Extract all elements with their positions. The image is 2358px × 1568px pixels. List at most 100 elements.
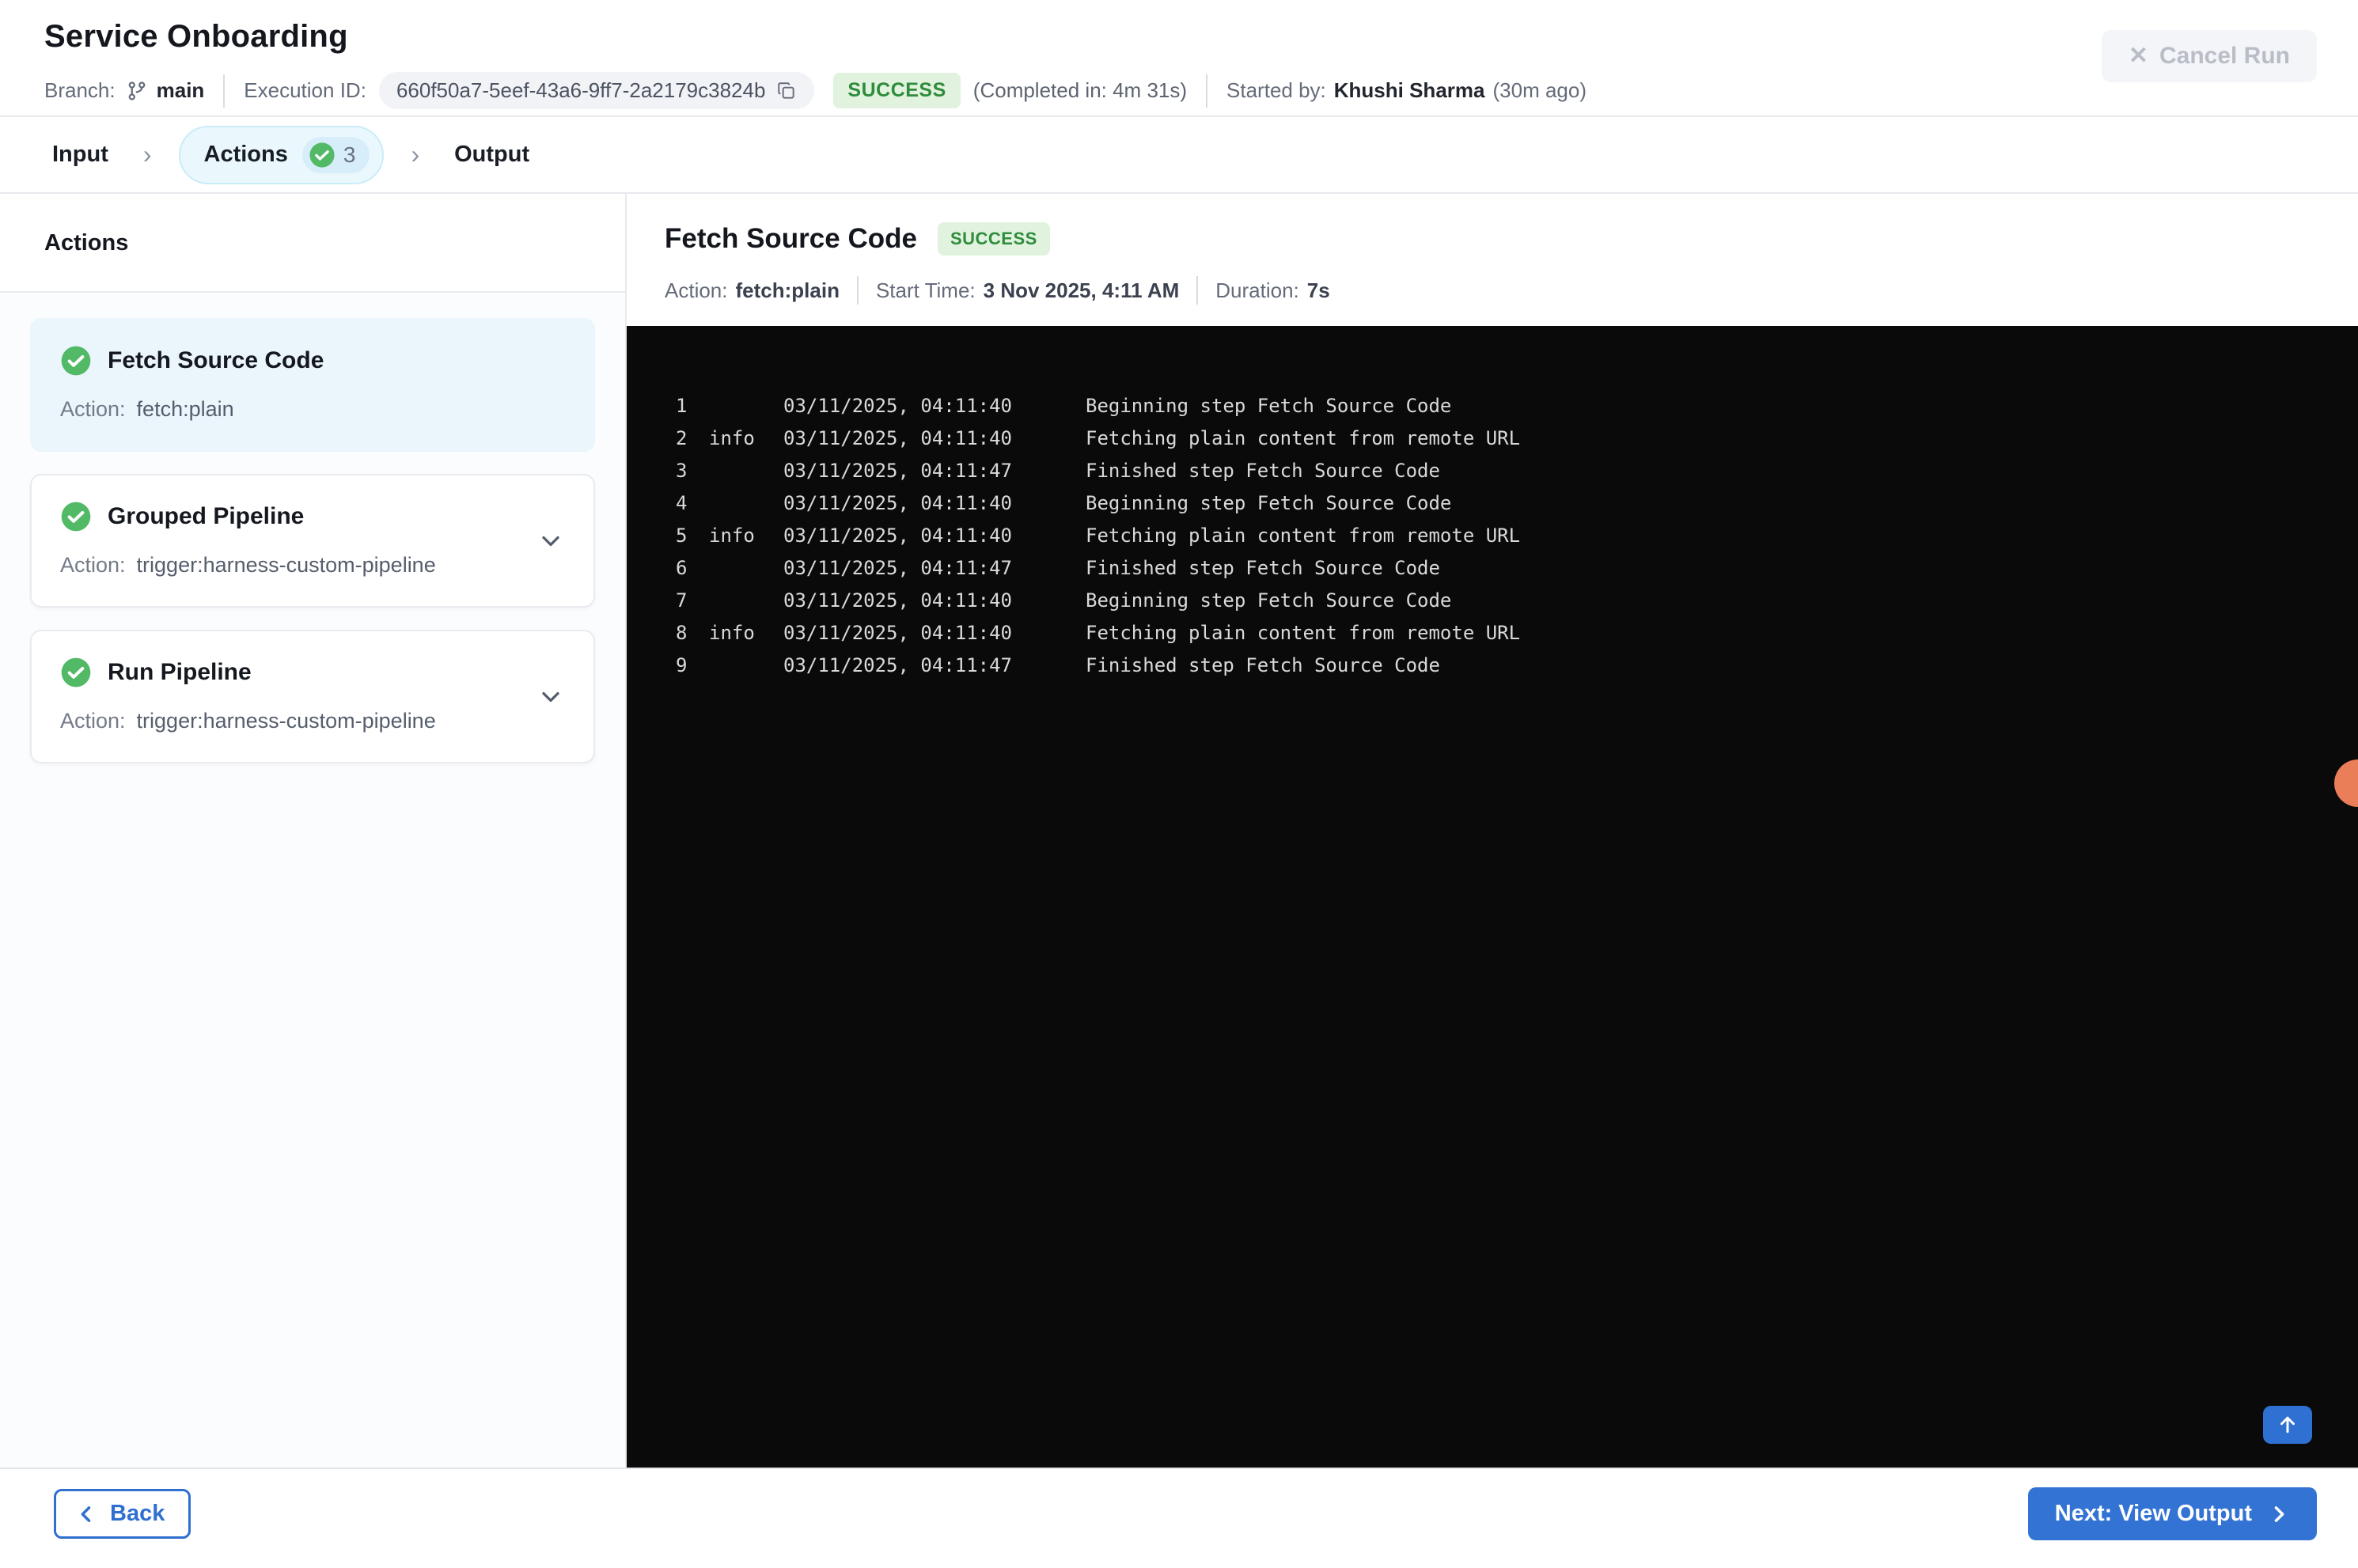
floating-widget-dot[interactable]: [2334, 759, 2358, 807]
log-message: Fetching plain content from remote URL: [1086, 621, 1521, 644]
run-meta-row: Branch: main Execution ID: 660f50a7-5eef…: [44, 72, 2314, 109]
card-action-label: Action:: [60, 709, 126, 733]
log-message: Beginning step Fetch Source Code: [1086, 394, 1452, 417]
detail-start-time-label: Start Time:: [875, 278, 976, 302]
back-button[interactable]: Back: [54, 1489, 191, 1539]
execution-id-pill: 660f50a7-5eef-43a6-9ff7-2a2179c3824b: [378, 72, 815, 109]
action-card-fetch-source-code[interactable]: Fetch Source Code Action: fetch:plain: [30, 318, 595, 452]
check-circle-icon: [60, 501, 92, 532]
detail-meta-row: Action: fetch:plain Start Time: 3 Nov 20…: [665, 276, 2358, 305]
log-message: Fetching plain content from remote URL: [1086, 426, 1521, 449]
tab-actions-label: Actions: [203, 142, 288, 167]
log-line-number: 3: [676, 459, 688, 482]
divider: [1196, 276, 1199, 305]
chevron-down-icon[interactable]: [536, 527, 565, 555]
log-line: 5 info 03/11/2025, 04:11:40 Fetching plain …: [676, 519, 2358, 551]
card-action-value: fetch:plain: [136, 397, 234, 421]
page-title: Service Onboarding: [44, 19, 348, 54]
action-detail-panel: Fetch Source Code SUCCESS Action: fetch:…: [627, 194, 2358, 1468]
log-line-number: 6: [676, 556, 688, 579]
copy-icon[interactable]: [776, 81, 797, 101]
close-icon: ✕: [2128, 43, 2148, 69]
log-message: Beginning step Fetch Source Code: [1086, 589, 1452, 612]
page-header: Service Onboarding Branch: main Executio…: [0, 0, 2358, 117]
started-by-name: Khushi Sharma: [1333, 78, 1485, 102]
check-circle-icon: [60, 345, 92, 377]
log-timestamp: 03/11/2025, 04:11:40: [783, 621, 1012, 644]
log-line: 1 03/11/2025, 04:11:40 Beginning step Fetc…: [676, 389, 2358, 422]
scroll-to-top-button[interactable]: [2263, 1406, 2312, 1444]
next-button-label: Next: View Output: [2054, 1501, 2252, 1526]
log-timestamp: 03/11/2025, 04:11:40: [783, 394, 1012, 417]
log-console[interactable]: 1 03/11/2025, 04:11:40 Beginning step Fetc…: [627, 326, 2358, 1468]
log-level: info: [709, 524, 755, 547]
card-action-value: trigger:harness-custom-pipeline: [136, 553, 436, 577]
action-card-run-pipeline[interactable]: Run Pipeline Action: trigger:harness-cust…: [30, 630, 595, 763]
git-branch-icon: [125, 79, 149, 103]
back-button-label: Back: [110, 1501, 165, 1526]
divider: [856, 276, 859, 305]
detail-status-badge: SUCCESS: [937, 222, 1050, 256]
card-action-value: trigger:harness-custom-pipeline: [136, 709, 436, 733]
cancel-run-button[interactable]: ✕ Cancel Run: [2101, 30, 2317, 82]
chevron-down-icon[interactable]: [536, 683, 565, 711]
detail-action-value: fetch:plain: [735, 278, 840, 302]
arrow-up-icon: [2276, 1413, 2299, 1437]
detail-action-label: Action:: [665, 278, 728, 302]
log-timestamp: 03/11/2025, 04:11:40: [783, 491, 1012, 514]
detail-start-time-value: 3 Nov 2025, 4:11 AM: [983, 278, 1180, 302]
log-message: Finished step Fetch Source Code: [1086, 459, 1440, 482]
cancel-run-label: Cancel Run: [2159, 43, 2290, 69]
log-level: info: [709, 426, 755, 449]
log-line-number: 1: [676, 394, 688, 417]
chevron-right-icon: ›: [411, 140, 420, 169]
log-line: 7 03/11/2025, 04:11:40 Beginning step Fetc…: [676, 584, 2358, 616]
action-card-grouped-pipeline[interactable]: Grouped Pipeline Action: trigger:harness-…: [30, 474, 595, 608]
log-line: 4 03/11/2025, 04:11:40 Beginning step Fetc…: [676, 487, 2358, 519]
execution-id-value: 660f50a7-5eef-43a6-9ff7-2a2179c3824b: [396, 78, 766, 102]
next-view-output-button[interactable]: Next: View Output: [2027, 1487, 2317, 1540]
card-title: Fetch Source Code: [108, 347, 324, 373]
log-message: Fetching plain content from remote URL: [1086, 524, 1521, 547]
log-line: 3 03/11/2025, 04:11:47 Finished step Fetch…: [676, 454, 2358, 487]
log-line-number: 7: [676, 589, 688, 612]
actions-count: 3: [343, 142, 356, 167]
started-ago: (30m ago): [1492, 78, 1587, 102]
detail-duration-value: 7s: [1306, 278, 1330, 302]
divider: [1206, 74, 1208, 108]
log-line: 6 03/11/2025, 04:11:47 Finished step Fetch…: [676, 551, 2358, 584]
card-title: Grouped Pipeline: [108, 503, 305, 529]
page: Service Onboarding Branch: main Executio…: [0, 0, 2358, 1568]
step-tabbar: Input › Actions 3 › Output: [0, 117, 2358, 194]
tab-actions[interactable]: Actions 3: [178, 125, 385, 184]
chevron-left-icon: [75, 1503, 97, 1525]
divider: [223, 74, 226, 108]
actions-sidebar: Actions Fetch Source Code Action: fetch:…: [0, 194, 627, 1468]
detail-duration-label: Duration:: [1215, 278, 1299, 302]
tab-input[interactable]: Input: [44, 129, 116, 180]
action-card-list: Fetch Source Code Action: fetch:plain Gr…: [0, 293, 625, 789]
chevron-right-icon: ›: [142, 140, 152, 169]
log-timestamp: 03/11/2025, 04:11:40: [783, 426, 1012, 449]
card-action-label: Action:: [60, 397, 126, 421]
execution-id-label: Execution ID:: [244, 78, 366, 102]
log-line: 9 03/11/2025, 04:11:47 Finished step Fetch…: [676, 649, 2358, 681]
log-line-number: 9: [676, 653, 688, 676]
started-by-label: Started by:: [1226, 78, 1326, 102]
log-line: 2 info 03/11/2025, 04:11:40 Fetching plain …: [676, 422, 2358, 454]
detail-header: Fetch Source Code SUCCESS Action: fetch:…: [627, 194, 2358, 326]
content: Actions Fetch Source Code Action: fetch:…: [0, 194, 2358, 1468]
card-title: Run Pipeline: [108, 659, 252, 685]
tab-output[interactable]: Output: [446, 129, 537, 180]
actions-count-badge: 3: [301, 136, 370, 173]
log-timestamp: 03/11/2025, 04:11:40: [783, 589, 1012, 612]
log-message: Finished step Fetch Source Code: [1086, 556, 1440, 579]
log-line-number: 8: [676, 621, 688, 644]
check-circle-icon: [60, 657, 92, 688]
log-line-number: 5: [676, 524, 688, 547]
completed-in: (Completed in: 4m 31s): [972, 78, 1188, 102]
branch-value: main: [156, 78, 205, 102]
wizard-footer: Back Next: View Output: [0, 1468, 2358, 1568]
log-timestamp: 03/11/2025, 04:11:47: [783, 653, 1012, 676]
log-line-number: 2: [676, 426, 688, 449]
